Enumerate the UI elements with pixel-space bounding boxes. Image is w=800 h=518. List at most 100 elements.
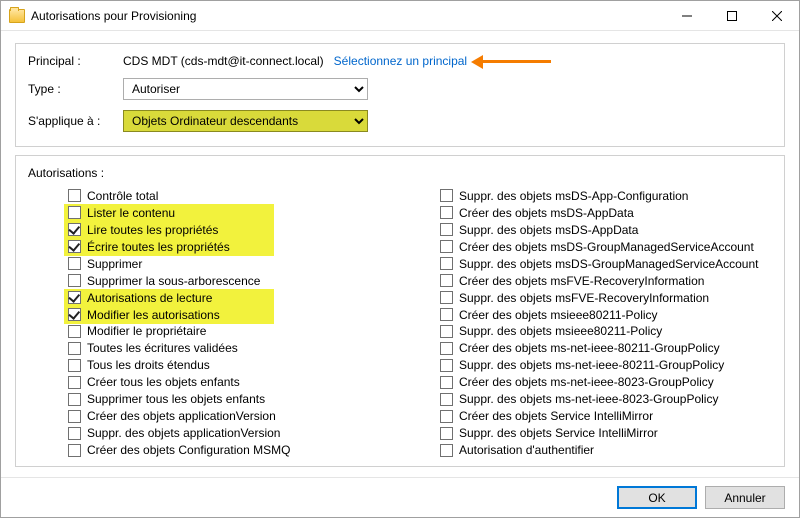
permission-checkbox[interactable]: [68, 189, 81, 202]
principal-label: Principal :: [28, 54, 123, 68]
permission-label: Tous les droits étendus: [87, 358, 210, 372]
permission-row: Créer des objets msieee80211-Policy: [440, 307, 772, 323]
permission-checkbox[interactable]: [440, 206, 453, 219]
permission-row: Lire toutes les propriétés: [68, 222, 400, 238]
permission-row: Lister le contenu: [68, 205, 400, 221]
permission-checkbox[interactable]: [440, 240, 453, 253]
select-principal-link[interactable]: Sélectionnez un principal: [334, 54, 467, 68]
permission-checkbox[interactable]: [68, 444, 81, 457]
permission-checkbox[interactable]: [440, 189, 453, 202]
permission-row: Suppr. des objets msDS-GroupManagedServi…: [440, 256, 772, 272]
permission-checkbox[interactable]: [440, 223, 453, 236]
permission-label: Lire toutes les propriétés: [87, 223, 218, 237]
principal-value: CDS MDT (cds-mdt@it-connect.local): [123, 54, 324, 68]
permission-checkbox[interactable]: [68, 240, 81, 253]
permission-row: Créer des objets applicationVersion: [68, 408, 400, 424]
permission-label: Supprimer tous les objets enfants: [87, 392, 265, 406]
dialog-window: Autorisations pour Provisioning Principa…: [0, 0, 800, 518]
permission-label: Supprimer: [87, 257, 142, 271]
permission-checkbox[interactable]: [440, 444, 453, 457]
permission-row: Suppr. des objets ms-net-ieee-80211-Grou…: [440, 357, 772, 373]
permission-label: Créer des objets ms-net-ieee-80211-Group…: [459, 341, 720, 355]
permission-checkbox[interactable]: [440, 291, 453, 304]
permission-label: Modifier les autorisations: [87, 308, 220, 322]
permission-label: Créer des objets ms-net-ieee-8023-GroupP…: [459, 375, 714, 389]
permission-label: Créer tous les objets enfants: [87, 375, 240, 389]
permission-checkbox[interactable]: [68, 376, 81, 389]
applies-to-select[interactable]: Objets Ordinateur descendants: [123, 110, 368, 132]
permission-checkbox[interactable]: [68, 342, 81, 355]
permission-label: Suppr. des objets msFVE-RecoveryInformat…: [459, 291, 709, 305]
permission-checkbox[interactable]: [68, 291, 81, 304]
folder-icon: [9, 9, 25, 23]
permission-row: Supprimer la sous-arborescence: [68, 273, 400, 289]
close-button[interactable]: [754, 1, 799, 30]
permission-label: Toutes les écritures validées: [87, 341, 238, 355]
permission-checkbox[interactable]: [440, 427, 453, 440]
permission-checkbox[interactable]: [68, 223, 81, 236]
permission-label: Contrôle total: [87, 189, 158, 203]
permission-checkbox[interactable]: [68, 206, 81, 219]
permission-label: Écrire toutes les propriétés: [87, 240, 230, 254]
permission-label: Lister le contenu: [87, 206, 175, 220]
minimize-button[interactable]: [664, 1, 709, 30]
permission-row: Créer des objets Configuration MSMQ: [68, 442, 400, 458]
permissions-col-right: Suppr. des objets msDS-App-Configuration…: [440, 188, 772, 458]
permission-label: Suppr. des objets msieee80211-Policy: [459, 324, 662, 338]
permission-checkbox[interactable]: [68, 393, 81, 406]
permission-checkbox[interactable]: [68, 410, 81, 423]
permission-row: Créer tous les objets enfants: [68, 374, 400, 390]
permission-row: Créer des objets Service IntelliMirror: [440, 408, 772, 424]
ok-button[interactable]: OK: [617, 486, 697, 509]
permission-label: Modifier le propriétaire: [87, 324, 206, 338]
permission-row: Créer des objets msDS-AppData: [440, 205, 772, 221]
permissions-panel: Autorisations : Contrôle total Lister le …: [15, 155, 785, 467]
permissions-label: Autorisations :: [28, 166, 772, 180]
permission-label: Créer des objets applicationVersion: [87, 409, 276, 423]
permission-row: Toutes les écritures validées: [68, 340, 400, 356]
permission-label: Créer des objets msDS-GroupManagedServic…: [459, 240, 754, 254]
permission-row: Créer des objets ms-net-ieee-80211-Group…: [440, 340, 772, 356]
permission-row: Supprimer: [68, 256, 400, 272]
permission-label: Suppr. des objets ms-net-ieee-80211-Grou…: [459, 358, 724, 372]
applies-label: S'applique à :: [28, 114, 123, 128]
principal-row: CDS MDT (cds-mdt@it-connect.local) Sélec…: [123, 54, 772, 68]
permission-checkbox[interactable]: [68, 427, 81, 440]
permission-label: Suppr. des objets applicationVersion: [87, 426, 280, 440]
permission-row: Suppr. des objets msFVE-RecoveryInformat…: [440, 290, 772, 306]
type-select[interactable]: Autoriser: [123, 78, 368, 100]
permission-checkbox[interactable]: [440, 393, 453, 406]
permission-checkbox[interactable]: [68, 359, 81, 372]
permission-row: Supprimer tous les objets enfants: [68, 391, 400, 407]
permission-checkbox[interactable]: [440, 410, 453, 423]
permission-label: Suppr. des objets msDS-App-Configuration: [459, 189, 688, 203]
permission-checkbox[interactable]: [440, 308, 453, 321]
permission-checkbox[interactable]: [440, 274, 453, 287]
cancel-button[interactable]: Annuler: [705, 486, 785, 509]
permission-checkbox[interactable]: [440, 376, 453, 389]
permission-checkbox[interactable]: [68, 257, 81, 270]
permission-label: Créer des objets msieee80211-Policy: [459, 308, 658, 322]
permission-checkbox[interactable]: [68, 308, 81, 321]
permission-row: Suppr. des objets Service IntelliMirror: [440, 425, 772, 441]
permission-checkbox[interactable]: [68, 274, 81, 287]
permission-label: Autorisations de lecture: [87, 291, 212, 305]
permission-row: Suppr. des objets applicationVersion: [68, 425, 400, 441]
permission-label: Suppr. des objets Service IntelliMirror: [459, 426, 658, 440]
permission-label: Suppr. des objets msDS-GroupManagedServi…: [459, 257, 759, 271]
permission-checkbox[interactable]: [440, 342, 453, 355]
permission-checkbox[interactable]: [440, 257, 453, 270]
permissions-columns: Contrôle total Lister le contenu Lire tout…: [28, 188, 772, 458]
permission-row: Suppr. des objets msDS-App-Configuration: [440, 188, 772, 204]
permission-row: Suppr. des objets ms-net-ieee-8023-Group…: [440, 391, 772, 407]
permission-label: Suppr. des objets msDS-AppData: [459, 223, 638, 237]
permission-row: Créer des objets msFVE-RecoveryInformati…: [440, 273, 772, 289]
permission-label: Créer des objets msFVE-RecoveryInformati…: [459, 274, 704, 288]
header-panel: Principal : CDS MDT (cds-mdt@it-connect.…: [15, 43, 785, 147]
permission-row: Modifier les autorisations: [68, 307, 400, 323]
permission-checkbox[interactable]: [440, 359, 453, 372]
maximize-button[interactable]: [709, 1, 754, 30]
permission-checkbox[interactable]: [68, 325, 81, 338]
permission-checkbox[interactable]: [440, 325, 453, 338]
titlebar[interactable]: Autorisations pour Provisioning: [1, 1, 799, 31]
